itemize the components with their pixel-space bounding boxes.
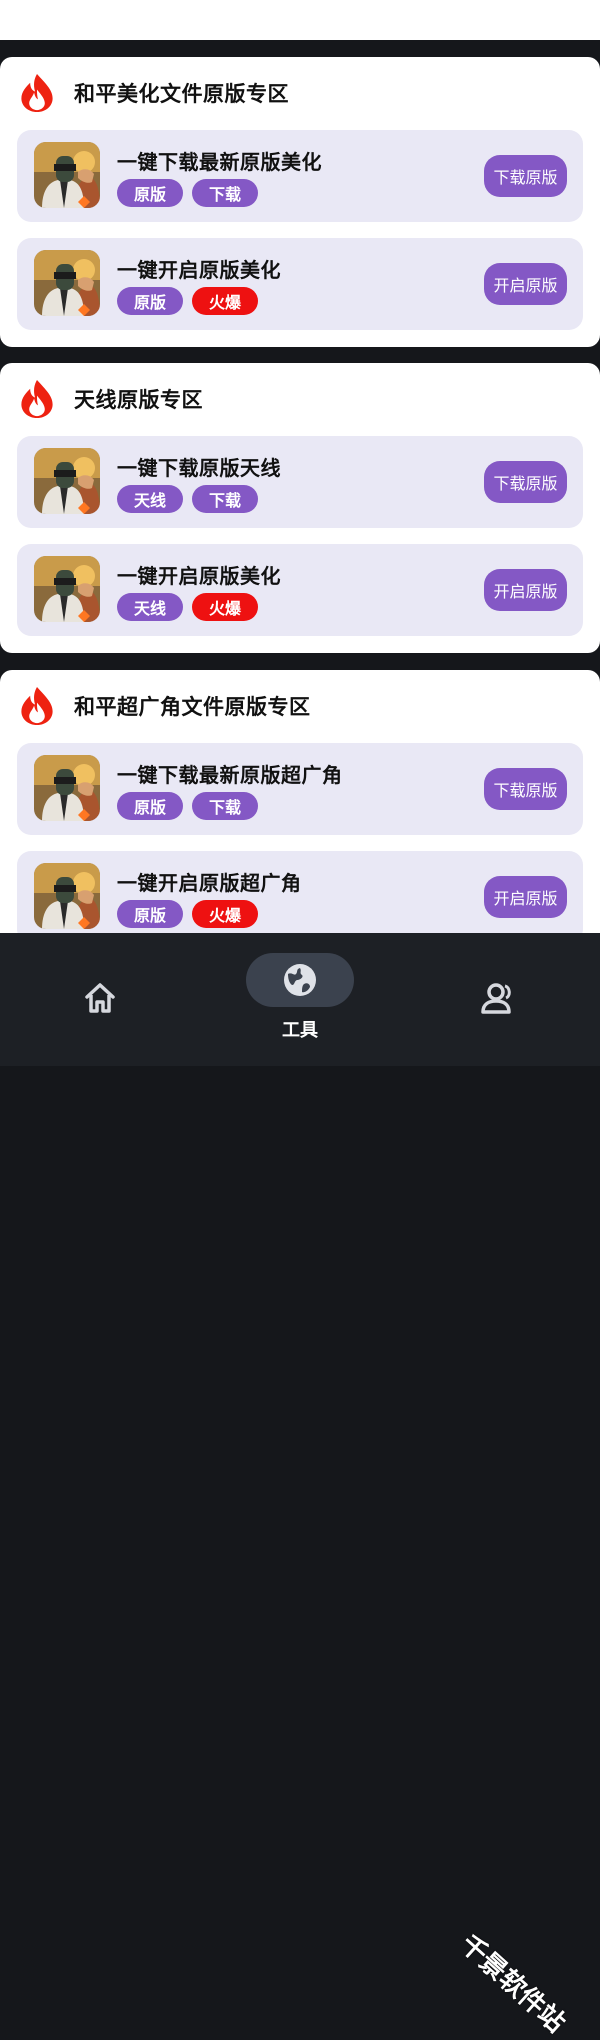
hot-badge: 火爆 [192,287,258,315]
hot-badge: 火爆 [192,900,258,928]
section-antenna: 天线原版专区 一键下载原版天线 天线 下载 下载原版 一键开启原版美化 天线 火… [0,363,600,653]
tag-group: 天线 下载 [117,485,258,513]
open-original-button[interactable]: 开启原版 [484,876,567,918]
download-original-button[interactable]: 下载原版 [484,155,567,197]
bottom-navigation: 工具 千景软件站 [0,933,600,2039]
download-original-button[interactable]: 下载原版 [484,461,567,503]
nav-tools-indicator [246,953,354,1007]
tag-group: 原版 下载 [117,179,258,207]
tag-group: 原版 火爆 [117,287,258,315]
fire-icon [21,379,53,419]
game-thumbnail [34,755,100,821]
content-list[interactable]: 和平美化文件原版专区 一键下载最新原版美化 原版 下载 下载原版 一键开启原版美… [0,40,600,933]
status-bar [0,0,600,40]
tag-badge: 下载 [192,485,258,513]
item-title: 一键下载最新原版超广角 [117,763,343,787]
list-item[interactable]: 一键下载最新原版美化 原版 下载 下载原版 [17,130,583,222]
section-title: 和平美化文件原版专区 [74,82,289,106]
game-thumbnail [34,863,100,929]
tag-group: 原版 下载 [117,792,258,820]
tag-badge: 天线 [117,593,183,621]
tag-badge: 原版 [117,900,183,928]
home-icon [85,983,115,1013]
item-title: 一键开启原版美化 [117,564,281,588]
tag-badge: 天线 [117,485,183,513]
hot-badge: 火爆 [192,593,258,621]
tag-badge: 原版 [117,792,183,820]
list-item[interactable]: 一键开启原版美化 天线 火爆 开启原版 [17,544,583,636]
section-header: 天线原版专区 [20,379,203,419]
nav-profile[interactable] [470,981,530,1015]
section-header: 和平超广角文件原版专区 [20,686,311,726]
section-wide-angle: 和平超广角文件原版专区 一键下载最新原版超广角 原版 下载 下载原版 一键开启原… [0,670,600,933]
tag-badge: 原版 [117,287,183,315]
game-thumbnail [34,448,100,514]
tag-group: 原版 火爆 [117,900,258,928]
tag-badge: 下载 [192,792,258,820]
nav-home[interactable] [70,981,130,1015]
item-title: 一键开启原版超广角 [117,871,302,895]
tag-badge: 下载 [192,179,258,207]
section-title: 和平超广角文件原版专区 [74,695,311,719]
globe-icon [284,964,316,996]
fire-icon [21,686,53,726]
nav-tools[interactable]: 工具 [246,953,354,1042]
watermark: 千景软件站 [453,1929,571,2039]
game-thumbnail [34,250,100,316]
game-thumbnail [34,142,100,208]
nav-tools-label: 工具 [282,1020,318,1041]
game-thumbnail [34,556,100,622]
tag-badge: 原版 [117,179,183,207]
open-original-button[interactable]: 开启原版 [484,569,567,611]
list-item[interactable]: 一键开启原版美化 原版 火爆 开启原版 [17,238,583,330]
item-title: 一键下载原版天线 [117,456,281,480]
list-item[interactable]: 一键下载原版天线 天线 下载 下载原版 [17,436,583,528]
item-title: 一键下载最新原版美化 [117,150,322,174]
tag-group: 天线 火爆 [117,593,258,621]
user-icon [481,983,511,1014]
fire-icon [21,73,53,113]
open-original-button[interactable]: 开启原版 [484,263,567,305]
list-item[interactable]: 一键下载最新原版超广角 原版 下载 下载原版 [17,743,583,835]
item-title: 一键开启原版美化 [117,258,281,282]
section-title: 天线原版专区 [74,388,203,412]
download-original-button[interactable]: 下载原版 [484,768,567,810]
list-item[interactable]: 一键开启原版超广角 原版 火爆 开启原版 [17,851,583,933]
section-header: 和平美化文件原版专区 [20,73,289,113]
section-beautify: 和平美化文件原版专区 一键下载最新原版美化 原版 下载 下载原版 一键开启原版美… [0,57,600,347]
